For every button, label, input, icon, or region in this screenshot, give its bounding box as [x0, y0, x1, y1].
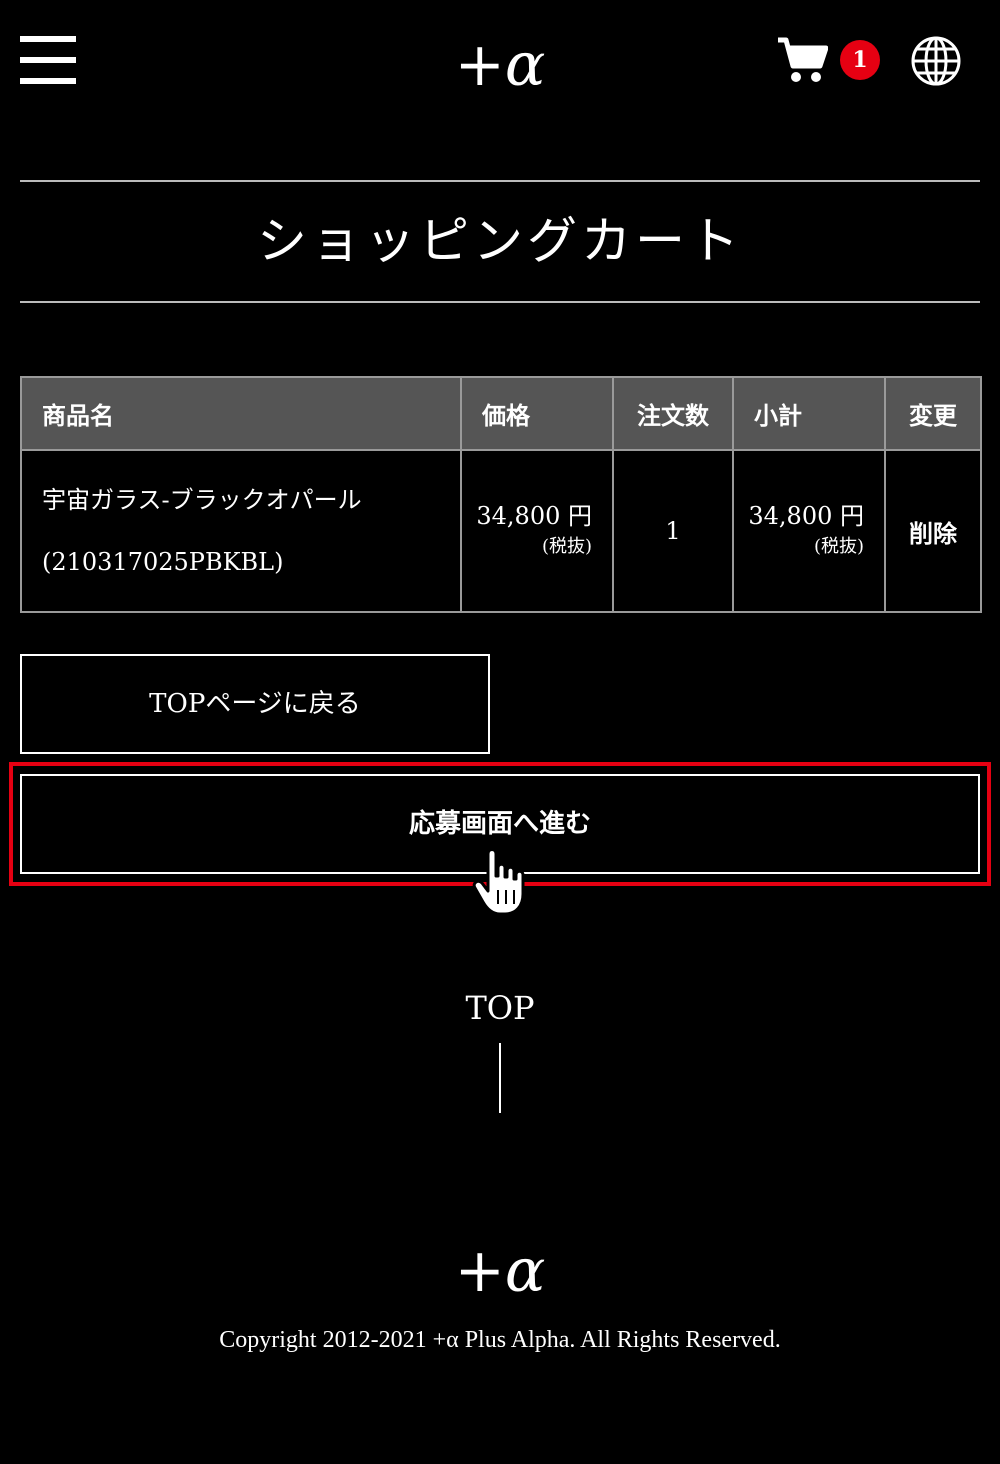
- page-top-link[interactable]: TOP: [400, 985, 600, 1031]
- title-top-divider: [20, 180, 980, 182]
- cart-count-badge[interactable]: 1: [840, 40, 880, 80]
- price-amount: 34,800 円: [476, 502, 592, 530]
- cart-table: 商品名 価格 注文数 小計 変更 宇宙ガラス-ブラックオパール (2103170…: [20, 376, 982, 613]
- copyright-text: Copyright 2012-2021 +α Plus Alpha. All R…: [219, 1327, 781, 1353]
- delete-button[interactable]: 削除: [884, 449, 982, 613]
- table-row: 宇宙ガラス-ブラックオパール (210317025PBKBL) 34,800 円…: [20, 449, 982, 613]
- cart-icon[interactable]: [776, 36, 828, 84]
- subtotal-amount: 34,800 円: [748, 502, 864, 530]
- quantity-cell: 1: [612, 449, 734, 613]
- product-name[interactable]: 宇宙ガラス-ブラックオパール: [42, 469, 440, 531]
- subtotal-cell: 34,800 円 (税抜): [732, 449, 886, 613]
- price-cell: 34,800 円 (税抜): [460, 449, 614, 613]
- subtotal-tax-note: (税抜): [813, 536, 864, 557]
- page-top-line: [499, 1043, 501, 1113]
- header-subtotal: 小計: [732, 376, 886, 451]
- header-product-name: 商品名: [20, 376, 462, 451]
- header-quantity: 注文数: [612, 376, 734, 451]
- product-code: (210317025PBKBL): [42, 548, 284, 576]
- globe-icon[interactable]: [910, 35, 962, 87]
- site-logo[interactable]: +α: [440, 30, 560, 100]
- hand-pointer-icon: [472, 848, 525, 916]
- title-bottom-divider: [20, 301, 980, 303]
- hamburger-menu-icon[interactable]: [20, 36, 76, 84]
- shopping-cart-page: +α 1 ショッピングカート 商品名 価格 注文数 小計 変更 宇宙ガラス-ブラ…: [0, 0, 1000, 1464]
- footer-logo: +α: [454, 1236, 546, 1306]
- header-price: 価格: [460, 376, 614, 451]
- price-tax-note: (税抜): [541, 536, 592, 557]
- header-change: 変更: [884, 376, 982, 451]
- product-name-cell: 宇宙ガラス-ブラックオパール (210317025PBKBL): [20, 449, 462, 613]
- table-header-row: 商品名 価格 注文数 小計 変更: [20, 376, 982, 451]
- back-to-top-button[interactable]: TOPページに戻る: [20, 654, 490, 754]
- page-title: ショッピングカート: [257, 212, 743, 270]
